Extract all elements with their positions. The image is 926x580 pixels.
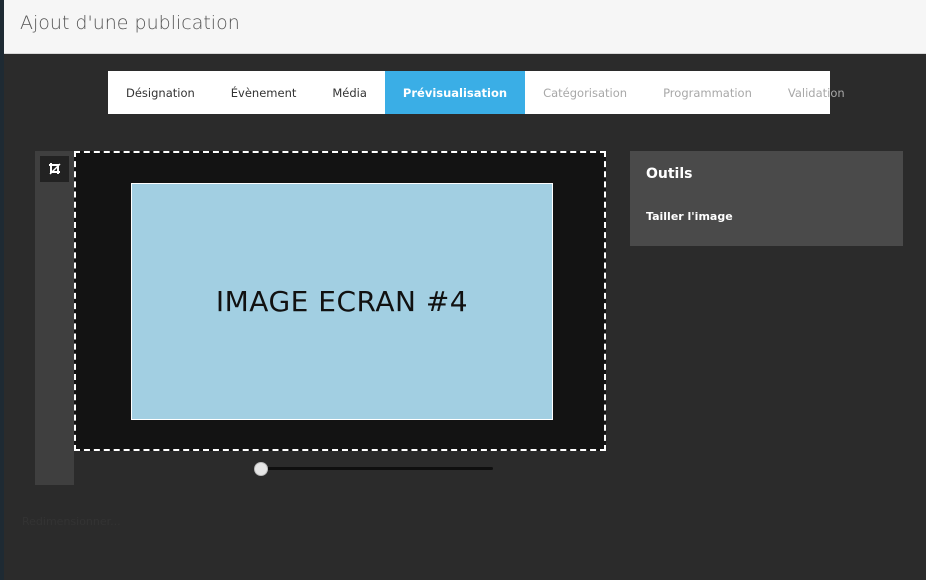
crop-button[interactable] — [40, 156, 69, 182]
tab-programmation: Programmation — [663, 85, 752, 100]
tab-previsualisation[interactable]: Prévisualisation — [384, 71, 526, 114]
tab-media[interactable]: Média — [314, 71, 385, 114]
tab-categorisation: Catégorisation — [543, 85, 628, 100]
wizard-tabs: Désignation Évènement Média Prévisualisa… — [108, 71, 845, 114]
tab-validation: Validation — [787, 85, 845, 100]
tab-designation[interactable]: Désignation — [108, 71, 213, 114]
faint-label: Redimensionner... — [22, 515, 121, 528]
preview-image-label: IMAGE ECRAN #4 — [215, 285, 469, 318]
zoom-slider-track[interactable] — [260, 467, 493, 470]
preview-image[interactable]: IMAGE ECRAN #4 — [131, 183, 553, 420]
tools-panel: Outils Tailler l'image — [630, 151, 903, 246]
page-header: Ajout d'une publication — [4, 0, 926, 54]
crop-image-tool[interactable]: Tailler l'image — [646, 210, 733, 223]
page-title: Ajout d'une publication — [20, 12, 240, 34]
zoom-slider-handle[interactable] — [254, 462, 268, 476]
tools-title: Outils — [646, 166, 693, 182]
crop-icon — [48, 163, 61, 175]
tab-evenement[interactable]: Évènement — [213, 71, 315, 114]
editor-toolbar — [35, 151, 74, 485]
preview-canvas[interactable]: IMAGE ECRAN #4 — [74, 151, 606, 451]
